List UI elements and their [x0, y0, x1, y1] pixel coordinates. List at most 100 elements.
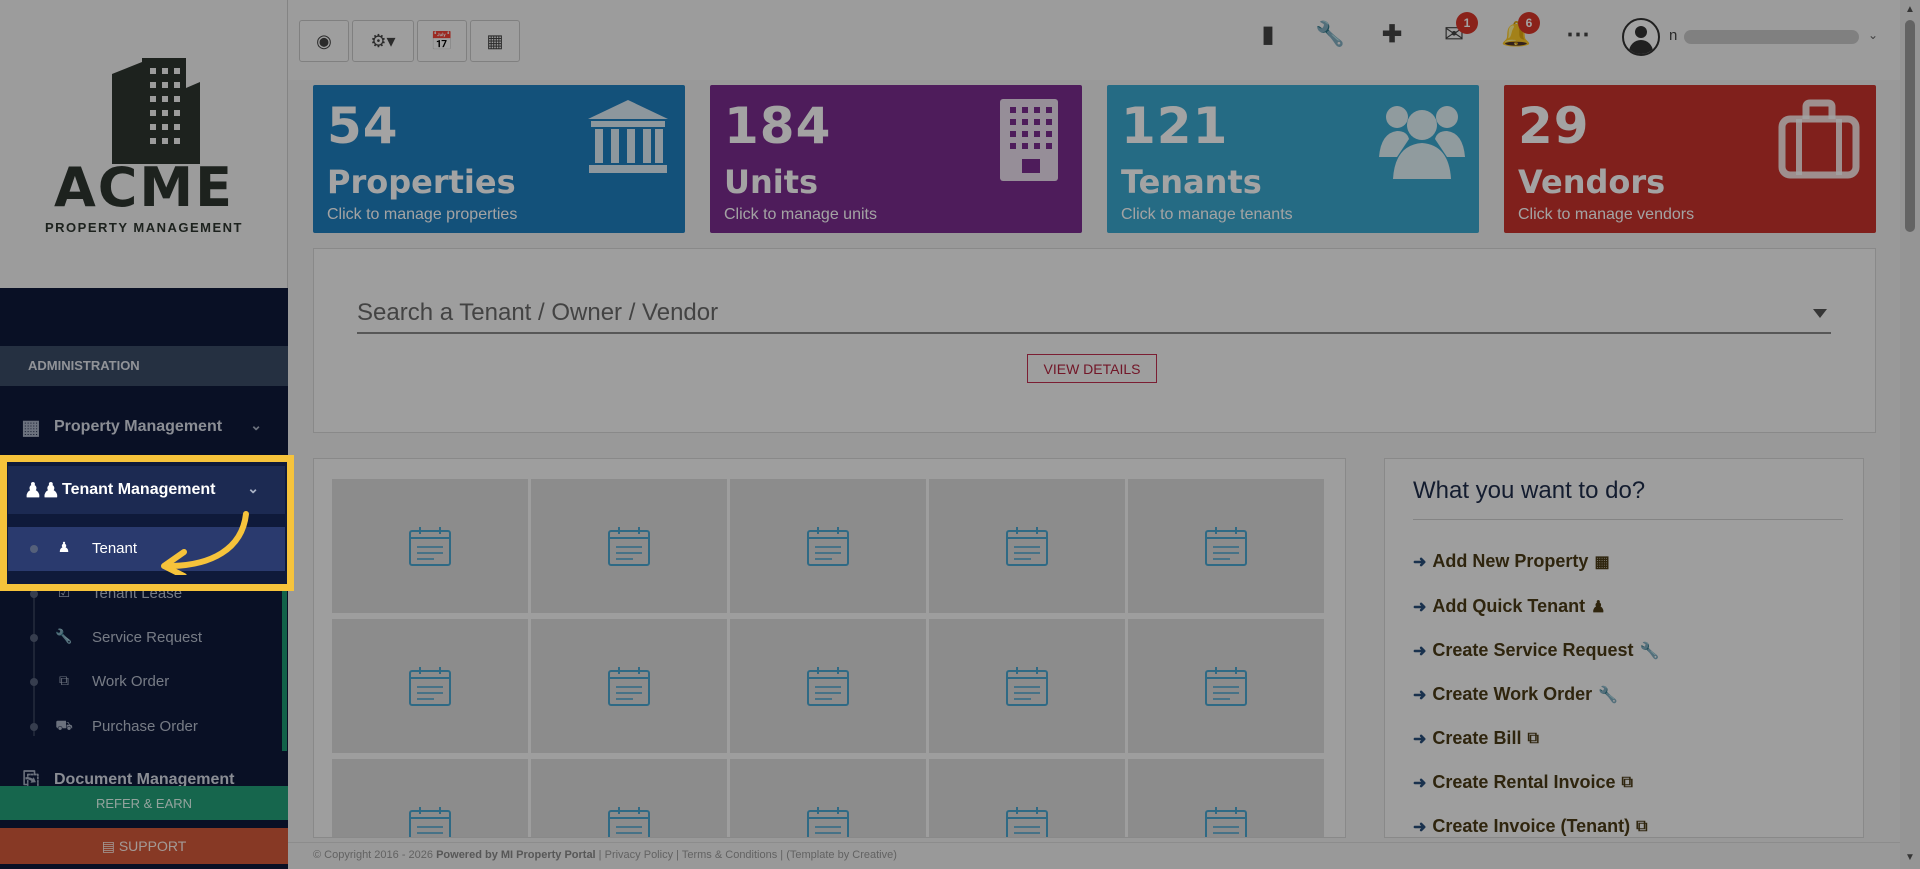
stat-subtitle: Click to manage vendors	[1518, 206, 1695, 223]
settings-dropdown-button[interactable]: ⚙▾	[352, 20, 414, 62]
sidebar-item-label: Property Management	[54, 418, 223, 435]
shortcut-tile[interactable]	[929, 759, 1125, 837]
logo-area[interactable]: ACME PROPERTY MANAGEMENT	[0, 0, 288, 288]
bar-chart-icon[interactable]: ▮​	[1252, 20, 1284, 49]
copy-icon: ⧉	[59, 672, 69, 688]
stat-title: Properties	[327, 163, 516, 201]
sidebar-subitem-work-order[interactable]: ⧉ Work Order	[0, 660, 288, 704]
chevron-down-icon[interactable]: ⌄	[1868, 28, 1878, 42]
shortcut-tile[interactable]	[730, 759, 926, 837]
section-header-administration: ADMINISTRATION	[0, 346, 288, 386]
briefcase-icon	[1778, 99, 1860, 179]
action-add-quick-tenant[interactable]: ➜ Add Quick Tenant ♟	[1413, 596, 1605, 617]
stat-card-tenants[interactable]: 121 Tenants Click to manage tenants	[1107, 85, 1479, 233]
dashboard-button[interactable]: ◉	[299, 20, 349, 62]
calendar-icon	[608, 527, 650, 566]
action-add-new-property[interactable]: ➜ Add New Property ▦	[1413, 551, 1610, 572]
bell-icon[interactable]: 🔔 6	[1500, 12, 1540, 49]
copy-icon: ⧉	[1527, 729, 1539, 747]
stat-number: 121	[1121, 97, 1229, 155]
user-name-blurred	[1684, 30, 1859, 44]
action-label: Create Invoice (Tenant)	[1432, 816, 1631, 836]
shortcut-tile[interactable]	[1128, 759, 1324, 837]
copy-icon: ⧉	[1636, 817, 1648, 835]
users-icon	[1379, 106, 1465, 179]
footer-privacy-link[interactable]: Privacy Policy	[605, 849, 673, 861]
calendar-check-icon: 📅	[430, 31, 454, 51]
shortcut-tile[interactable]	[531, 759, 727, 837]
sidebar-item-property-management[interactable]: ▦ Property Management ⌄	[0, 403, 288, 451]
action-create-service-request[interactable]: ➜ Create Service Request 🔧	[1413, 640, 1659, 661]
avatar[interactable]	[1622, 18, 1660, 56]
calendar-icon	[1205, 527, 1247, 566]
mail-icon[interactable]: ✉ 1	[1438, 12, 1478, 49]
shortcut-tile[interactable]	[332, 619, 528, 753]
shortcut-tile[interactable]	[929, 479, 1125, 613]
support-button[interactable]: ▤ SUPPORT	[0, 828, 288, 864]
chevron-down-icon: ⌄	[250, 417, 262, 433]
sidebar: ACME PROPERTY MANAGEMENT ADMINISTRATION …	[0, 0, 288, 869]
quick-actions-title: What you want to do?	[1413, 477, 1646, 504]
shortcut-grid	[313, 458, 1346, 838]
calendar-icon	[807, 527, 849, 566]
action-label: Add Quick Tenant	[1432, 596, 1586, 616]
calendar-button[interactable]: 📅	[417, 20, 467, 62]
calculator-icon: ▦	[486, 31, 504, 51]
user-name[interactable]: n	[1669, 27, 1677, 44]
calendar-icon	[409, 807, 451, 837]
shortcut-tile[interactable]	[1128, 619, 1324, 753]
search-input[interactable]: Search a Tenant / Owner / Vendor	[357, 299, 718, 327]
wrench-icon[interactable]: 🔧	[1314, 20, 1346, 49]
book-icon: ▤	[101, 838, 119, 854]
shortcut-tile[interactable]	[531, 619, 727, 753]
calendar-icon	[1006, 807, 1048, 837]
action-create-work-order[interactable]: ➜ Create Work Order 🔧	[1413, 684, 1618, 705]
sidebar-subitem-service-request[interactable]: 🔧 Service Request	[0, 616, 288, 660]
plus-icon[interactable]: ✚	[1376, 20, 1408, 49]
support-label: SUPPORT	[118, 838, 187, 854]
footer: © Copyright 2016 - 2026 Powered by MI Pr…	[288, 842, 1900, 869]
subitem-label: Purchase Order	[92, 718, 198, 735]
ellipsis-icon[interactable]: ⋯	[1562, 20, 1594, 49]
scroll-down-icon[interactable]: ▼	[1905, 852, 1915, 863]
shortcut-tile[interactable]	[730, 479, 926, 613]
shortcut-tile[interactable]	[531, 479, 727, 613]
arrow-right-icon: ➜	[1413, 730, 1427, 748]
stat-card-properties[interactable]: 54 Properties Click to manage properties	[313, 85, 685, 233]
sidebar-subitem-purchase-order[interactable]: ⛟ Purchase Order	[0, 705, 288, 749]
scrollbar-thumb[interactable]	[1905, 20, 1915, 232]
action-create-rental-invoice[interactable]: ➜ Create Rental Invoice ⧉	[1413, 772, 1633, 793]
calculator-button[interactable]: ▦	[470, 20, 520, 62]
calendar-icon	[1205, 667, 1247, 706]
shortcut-tile[interactable]	[929, 619, 1125, 753]
shortcut-tile[interactable]	[332, 759, 528, 837]
view-details-button[interactable]: VIEW DETAILS	[1027, 354, 1157, 383]
search-underline	[357, 332, 1831, 334]
action-create-bill[interactable]: ➜ Create Bill ⧉	[1413, 728, 1539, 749]
footer-copyright: © Copyright 2016 - 2026	[313, 849, 434, 861]
footer-powered[interactable]: Powered by MI Property Portal	[436, 849, 596, 861]
shortcut-tile[interactable]	[1128, 479, 1324, 613]
calendar-icon	[1205, 807, 1247, 837]
calendar-icon	[807, 667, 849, 706]
calendar-icon	[608, 667, 650, 706]
refer-earn-button[interactable]: REFER & EARN	[0, 786, 288, 820]
stat-card-vendors[interactable]: 29 Vendors Click to manage vendors	[1504, 85, 1876, 233]
action-create-invoice-tenant[interactable]: ➜ Create Invoice (Tenant) ⧉	[1413, 816, 1648, 837]
bell-badge: 6	[1518, 12, 1540, 34]
stat-title: Vendors	[1518, 163, 1666, 201]
tree-dot	[30, 634, 38, 642]
caret-down-icon[interactable]	[1813, 309, 1827, 318]
footer-terms-link[interactable]: Terms & Conditions	[682, 849, 777, 861]
topbar: ◉ ⚙▾ 📅 ▦ ▮​ 🔧 ✚ ✉ 1 🔔 6 ⋯ n ⌄	[288, 0, 1920, 80]
calendar-icon	[409, 667, 451, 706]
stat-number: 54	[327, 97, 399, 155]
shortcut-tile[interactable]	[332, 479, 528, 613]
building-icon: ▦	[21, 416, 41, 439]
building-icon	[1000, 99, 1058, 181]
shortcut-tile[interactable]	[730, 619, 926, 753]
page-scrollbar[interactable]: ▲ ▼	[1900, 0, 1920, 869]
stat-card-units[interactable]: 184 Units Click to manage units	[710, 85, 1082, 233]
action-label: Create Bill	[1432, 728, 1522, 748]
scroll-up-icon[interactable]: ▲	[1905, 4, 1915, 15]
